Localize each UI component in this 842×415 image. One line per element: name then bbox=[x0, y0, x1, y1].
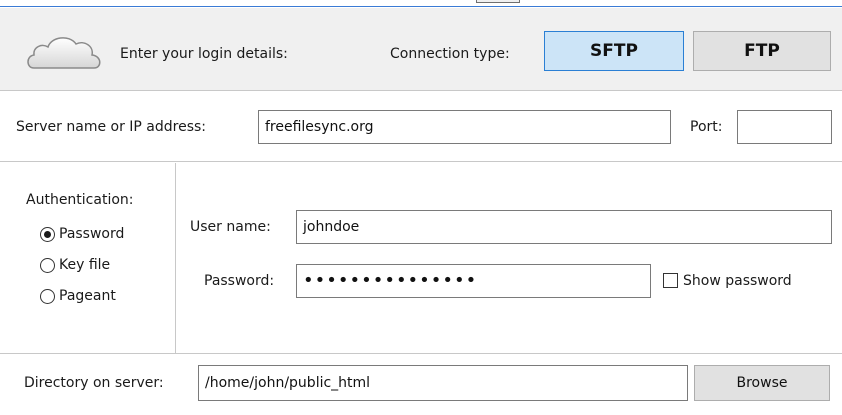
password-input[interactable]: ••••••••••••••• bbox=[296, 264, 651, 298]
radio-button-icon[interactable] bbox=[40, 288, 55, 304]
directory-input[interactable]: /home/john/public_html bbox=[198, 365, 688, 401]
ftp-button[interactable]: FTP bbox=[693, 31, 831, 71]
sftp-login-dialog: Enter your login details: Connection typ… bbox=[0, 0, 842, 415]
show-password-label[interactable]: Show password bbox=[683, 273, 792, 289]
window-top-border bbox=[0, 0, 842, 7]
server-name-input[interactable]: freefilesync.org bbox=[258, 110, 671, 144]
auth-divider bbox=[175, 163, 176, 353]
radio-key-file[interactable]: Key file bbox=[40, 257, 110, 273]
radio-password-label: Password bbox=[59, 226, 125, 242]
port-label: Port: bbox=[690, 119, 723, 135]
login-header: Enter your login details: Connection typ… bbox=[0, 8, 842, 91]
server-name-label: Server name or IP address: bbox=[16, 119, 207, 135]
radio-button-icon[interactable] bbox=[40, 257, 55, 273]
authentication-section: Authentication: Password Key file Pagean… bbox=[0, 163, 842, 354]
login-details-label: Enter your login details: bbox=[120, 46, 288, 62]
sftp-button[interactable]: SFTP bbox=[544, 31, 684, 71]
radio-password[interactable]: Password bbox=[40, 226, 124, 242]
radio-selected-dot bbox=[44, 230, 51, 238]
cloud-icon bbox=[27, 37, 101, 69]
connection-type-label: Connection type: bbox=[390, 46, 510, 62]
show-password-checkbox[interactable] bbox=[663, 273, 678, 288]
window-top-notch bbox=[476, 0, 520, 3]
username-input[interactable]: johndoe bbox=[296, 210, 832, 244]
radio-pageant[interactable]: Pageant bbox=[40, 288, 116, 304]
authentication-label: Authentication: bbox=[26, 192, 134, 208]
radio-pageant-label: Pageant bbox=[59, 288, 116, 304]
radio-key-file-label: Key file bbox=[59, 257, 111, 273]
directory-label: Directory on server: bbox=[24, 375, 164, 391]
port-input[interactable] bbox=[737, 110, 832, 144]
password-label: Password: bbox=[204, 273, 275, 289]
directory-section: Directory on server: /home/john/public_h… bbox=[0, 355, 842, 415]
browse-button[interactable]: Browse bbox=[694, 365, 830, 401]
radio-button-icon[interactable] bbox=[40, 226, 55, 242]
server-section: Server name or IP address: freefilesync.… bbox=[0, 92, 842, 162]
username-label: User name: bbox=[190, 219, 271, 235]
